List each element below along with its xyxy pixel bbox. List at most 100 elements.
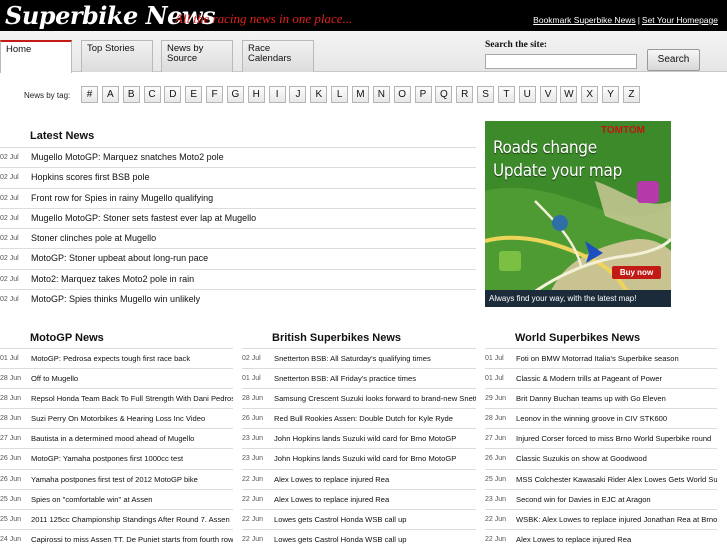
ad-buy-now-button[interactable]: Buy now <box>612 266 661 279</box>
tag-letter-button[interactable]: X <box>581 86 599 103</box>
tag-letter-button[interactable]: K <box>310 86 328 103</box>
news-link[interactable]: Hopkins scores first BSB pole <box>31 172 150 182</box>
news-link[interactable]: Classic Suzukis on show at Goodwood <box>516 454 647 463</box>
news-item: 26 Jun Yamaha postpones first test of 201… <box>0 468 233 489</box>
tag-letter-button[interactable]: R <box>456 86 474 103</box>
ad-footer: Always find your way, with the latest ma… <box>485 290 671 307</box>
news-link[interactable]: Suzi Perry On Motorbikes & Hearing Loss … <box>31 414 205 423</box>
news-link[interactable]: Mugello MotoGP: Stoner sets fastest ever… <box>31 213 256 223</box>
news-link[interactable]: Snetterton BSB: All Friday's practice ti… <box>274 374 416 383</box>
news-link[interactable]: MSS Colchester Kawasaki Rider Alex Lowes… <box>516 475 717 484</box>
news-link[interactable]: John Hopkins lands Suzuki wild card for … <box>274 434 456 443</box>
news-link[interactable]: Alex Lowes to replace injured Rea <box>274 495 389 504</box>
tag-letter-button[interactable]: # <box>81 86 98 103</box>
tag-letter-button[interactable]: J <box>289 86 307 103</box>
tag-letter-button[interactable]: W <box>560 86 578 103</box>
news-item: 23 Jun Second win for Davies in EJC at Ar… <box>485 488 717 509</box>
news-link[interactable]: John Hopkins lands Suzuki wild card for … <box>274 454 456 463</box>
tag-letter-button[interactable]: P <box>414 86 432 103</box>
tomtom-advert[interactable]: TOMTOM Roads change Update your map Buy … <box>485 121 671 307</box>
tag-letter-button[interactable]: Y <box>602 86 620 103</box>
news-item: 29 Jun Brit Danny Buchan teams up with Go… <box>485 388 717 408</box>
set-homepage-link[interactable]: Set Your Homepage <box>642 15 718 25</box>
news-link[interactable]: MotoGP: Stoner upbeat about long-run pac… <box>31 253 208 263</box>
tab-top-stories[interactable]: Top Stories <box>81 40 153 72</box>
news-link[interactable]: MotoGP: Pedrosa expects tough first race… <box>31 354 190 363</box>
news-date: 25 Jun <box>0 515 22 523</box>
tag-letter-button[interactable]: C <box>143 86 161 103</box>
news-link[interactable]: Front row for Spies in rainy Mugello qua… <box>31 193 213 203</box>
news-date: 28 Jun <box>0 415 22 423</box>
tag-letter-button[interactable]: S <box>477 86 495 103</box>
tag-letter-button[interactable]: H <box>247 86 265 103</box>
tag-letter-button[interactable]: T <box>497 86 515 103</box>
news-link[interactable]: Alex Lowes to replace injured Rea <box>274 475 389 484</box>
tab-news-by-source[interactable]: News by Source <box>161 40 233 72</box>
search-input[interactable] <box>485 54 637 69</box>
tab-home[interactable]: Home <box>0 40 72 73</box>
news-link[interactable]: Foti on BMW Motorrad Italia's Superbike … <box>516 354 679 363</box>
news-link[interactable]: Lowes gets Castrol Honda WSB call up <box>274 535 407 544</box>
news-link[interactable]: WSBK: Alex Lowes to replace injured Jona… <box>516 515 717 524</box>
news-link[interactable]: Lowes gets Castrol Honda WSB call up <box>274 515 407 524</box>
news-link[interactable]: MotoGP: Yamaha postpones first 1000cc te… <box>31 454 183 463</box>
top-bar: Superbike News All the racing news in on… <box>0 0 727 31</box>
news-date: 22 Jun <box>485 535 507 543</box>
bookmark-link[interactable]: Bookmark Superbike News <box>533 15 636 25</box>
news-link[interactable]: 2011 125cc Championship Standings After … <box>31 515 230 524</box>
news-link[interactable]: Red Bull Rookies Assen: Double Dutch for… <box>274 414 453 423</box>
news-date: 02 Jul <box>242 355 261 362</box>
search-button[interactable]: Search <box>647 49 700 71</box>
news-link[interactable]: Spies on "comfortable win" at Assen <box>31 495 152 504</box>
news-link[interactable]: Mugello MotoGP: Marquez snatches Moto2 p… <box>31 152 224 162</box>
news-link[interactable]: Snetterton BSB: All Saturday's qualifyin… <box>274 354 431 363</box>
latest-news-list: 02 Jul Mugello MotoGP: Marquez snatches M… <box>0 147 476 309</box>
news-link[interactable]: Repsol Honda Team Back To Full Strength … <box>31 394 233 403</box>
news-link[interactable]: Alex Lowes to replace injured Rea <box>516 535 631 544</box>
tag-letter-button[interactable]: Q <box>435 86 453 103</box>
news-item: 25 Jun MSS Colchester Kawasaki Rider Alex… <box>485 468 717 489</box>
news-item: 28 Jun Suzi Perry On Motorbikes & Hearing… <box>0 408 233 428</box>
tag-letter-button[interactable]: L <box>331 86 349 103</box>
news-item: 26 Jun Classic Suzukis on show at Goodwoo… <box>485 448 717 468</box>
ad-headline-2: Update your map <box>493 161 622 181</box>
tag-letter-button[interactable]: U <box>518 86 536 103</box>
news-link[interactable]: Leonov in the winning groove in CIV STK6… <box>516 414 667 423</box>
tag-label: News by tag: <box>24 91 71 100</box>
news-link[interactable]: Samsung Crescent Suzuki looks forward to… <box>274 394 476 403</box>
news-link[interactable]: Off to Mugello <box>31 374 78 383</box>
tab-race-calendars[interactable]: Race Calendars <box>242 40 314 72</box>
news-link[interactable]: Moto2: Marquez takes Moto2 pole in rain <box>31 274 194 284</box>
tag-letter-button[interactable]: A <box>101 86 119 103</box>
news-date: 22 Jun <box>242 475 264 483</box>
news-link[interactable]: Brit Danny Buchan teams up with Go Eleve… <box>516 394 666 403</box>
tag-letter-button[interactable]: E <box>185 86 203 103</box>
tag-letter-button[interactable]: O <box>393 86 411 103</box>
tag-letter-button[interactable]: V <box>539 86 557 103</box>
news-link[interactable]: Second win for Davies in EJC at Aragon <box>516 495 651 504</box>
news-date: 27 Jun <box>0 435 22 443</box>
tag-letter-button[interactable]: I <box>268 86 286 103</box>
bsb-news-list: 02 Jul Snetterton BSB: All Saturday's qua… <box>242 348 476 545</box>
news-date: 02 Jul <box>0 154 19 161</box>
news-link[interactable]: Yamaha postpones first test of 2012 Moto… <box>31 475 198 484</box>
news-date: 26 Jun <box>0 475 22 483</box>
wsb-news-heading: World Superbikes News <box>515 332 641 344</box>
tag-letter-button[interactable]: B <box>122 86 140 103</box>
news-date: 01 Jul <box>0 355 19 362</box>
news-item: 22 Jun Lowes gets Castrol Honda WSB call … <box>242 508 476 529</box>
news-link[interactable]: Classic & Modern trills at Pageant of Po… <box>516 374 662 383</box>
news-item: 23 Jun John Hopkins lands Suzuki wild car… <box>242 448 476 468</box>
news-link[interactable]: MotoGP: Spies thinks Mugello win unlikel… <box>31 294 200 304</box>
tag-letter-button[interactable]: N <box>372 86 390 103</box>
tag-letter-button[interactable]: Z <box>622 86 640 103</box>
news-link[interactable]: Injured Corser forced to miss Brno World… <box>516 434 711 443</box>
tag-letter-button[interactable]: G <box>226 86 244 103</box>
news-link[interactable]: Capirossi to miss Assen TT. De Puniet st… <box>31 535 233 544</box>
tag-letter-button[interactable]: D <box>164 86 182 103</box>
news-link[interactable]: Bautista in a determined mood ahead of M… <box>31 434 194 443</box>
tag-letter-button[interactable]: M <box>351 86 369 103</box>
news-date: 28 Jun <box>0 375 22 383</box>
tag-letter-button[interactable]: F <box>206 86 224 103</box>
news-link[interactable]: Stoner clinches pole at Mugello <box>31 233 156 243</box>
